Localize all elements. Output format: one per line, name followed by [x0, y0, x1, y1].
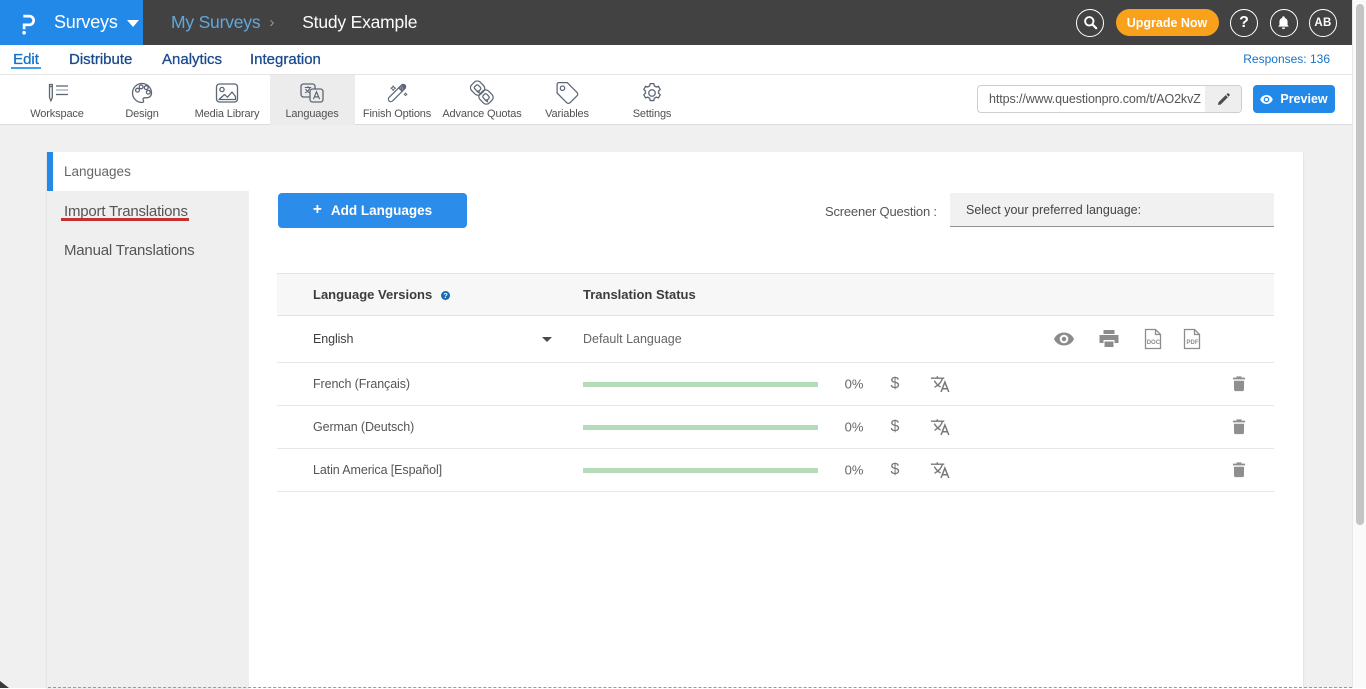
svg-text:DOC: DOC — [1147, 340, 1161, 346]
svg-text:PDF: PDF — [1187, 340, 1199, 346]
